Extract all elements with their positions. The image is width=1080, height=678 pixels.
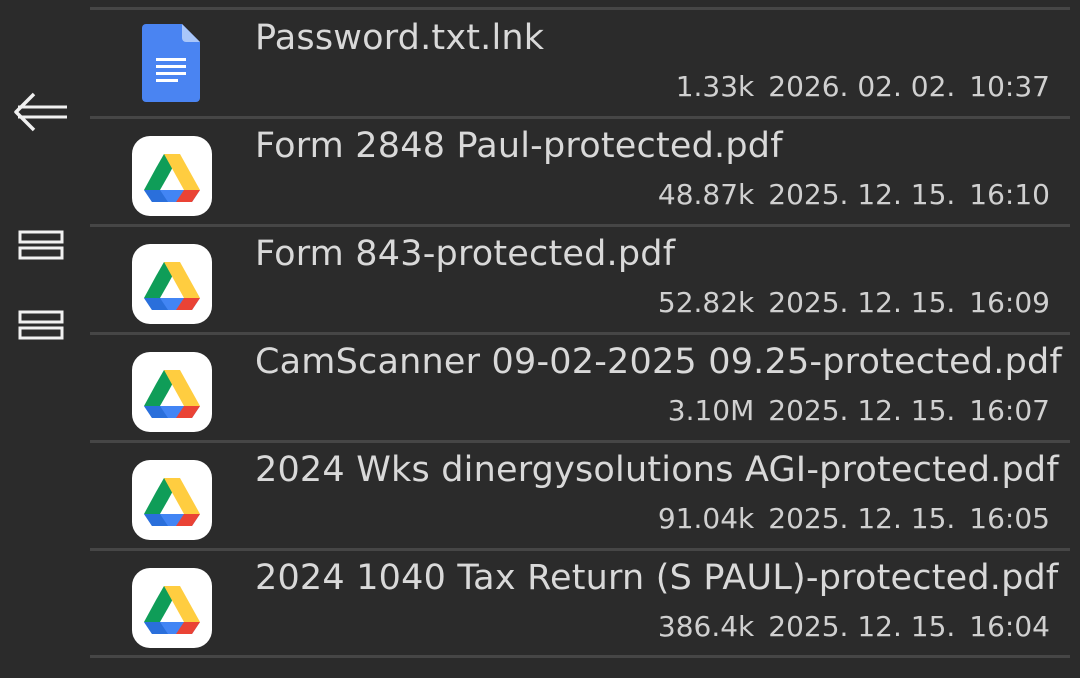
file-time: 16:09	[969, 286, 1050, 319]
google-drive-icon	[132, 352, 212, 432]
file-date: 2025. 12. 15.	[768, 286, 956, 319]
google-drive-icon	[132, 460, 212, 540]
file-name: Form 843-protected.pdf	[255, 234, 676, 274]
divider	[90, 655, 1070, 658]
file-date: 2025. 12. 15.	[768, 394, 956, 427]
partial-icon[interactable]	[12, 0, 72, 24]
file-meta: 3.10M 2025. 12. 15. 16:07	[668, 394, 1050, 427]
file-date: 2025. 12. 15.	[768, 178, 956, 211]
file-name: Form 2848 Paul-protected.pdf	[255, 126, 783, 166]
file-size: 1.33k	[675, 70, 755, 103]
file-date: 2026. 02. 02.	[768, 70, 956, 103]
file-row[interactable]: 2024 1040 Tax Return (S PAUL)-protected.…	[90, 550, 1070, 655]
file-size: 386.4k	[657, 610, 755, 643]
file-row[interactable]: Form 2848 Paul-protected.pdf 48.87k 2025.…	[90, 118, 1070, 223]
file-row[interactable]: 2024 Wks dinergysolutions AGI-protected.…	[90, 442, 1070, 547]
file-time: 16:05	[969, 502, 1050, 535]
google-drive-icon	[132, 136, 212, 216]
menu-icon[interactable]	[12, 308, 72, 348]
file-time: 10:37	[969, 70, 1050, 103]
google-docs-icon	[142, 24, 202, 104]
file-meta: 386.4k 2025. 12. 15. 16:04	[658, 610, 1050, 643]
file-name: 2024 1040 Tax Return (S PAUL)-protected.…	[255, 558, 1059, 598]
file-time: 16:04	[969, 610, 1050, 643]
file-date: 2025. 12. 15.	[768, 502, 956, 535]
file-meta: 52.82k 2025. 12. 15. 16:09	[658, 286, 1050, 319]
google-drive-icon	[132, 244, 212, 324]
file-meta: 48.87k 2025. 12. 15. 16:10	[658, 178, 1050, 211]
file-row[interactable]: CamScanner 09-02-2025 09.25-protected.pd…	[90, 334, 1070, 439]
menu-icon[interactable]	[12, 228, 72, 268]
google-drive-icon	[132, 568, 212, 648]
file-meta: 1.33k 2026. 02. 02. 10:37	[676, 70, 1050, 103]
file-size: 48.87k	[657, 178, 755, 211]
back-arrow-icon[interactable]	[12, 92, 72, 132]
file-size: 52.82k	[657, 286, 755, 319]
file-name: CamScanner 09-02-2025 09.25-protected.pd…	[255, 342, 1062, 382]
file-row[interactable]: Password.txt.lnk 1.33k 2026. 02. 02. 10:37	[90, 10, 1070, 115]
file-name: 2024 Wks dinergysolutions AGI-protected.…	[255, 450, 1059, 490]
sidebar	[0, 0, 90, 678]
file-row[interactable]: Form 843-protected.pdf 52.82k 2025. 12. 1…	[90, 226, 1070, 331]
file-time: 16:07	[969, 394, 1050, 427]
file-name: Password.txt.lnk	[255, 18, 545, 58]
file-size: 3.10M	[667, 394, 755, 427]
file-meta: 91.04k 2025. 12. 15. 16:05	[658, 502, 1050, 535]
file-time: 16:10	[969, 178, 1050, 211]
file-size: 91.04k	[657, 502, 755, 535]
file-date: 2025. 12. 15.	[768, 610, 956, 643]
